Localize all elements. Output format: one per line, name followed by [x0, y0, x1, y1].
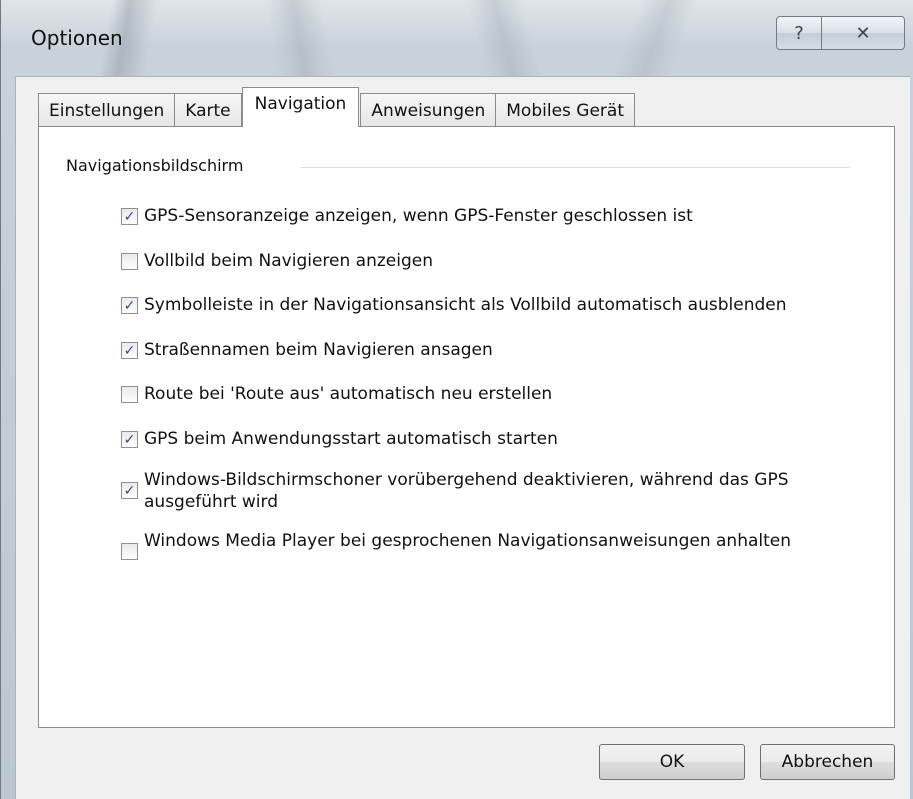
checkmark-icon: ✓	[123, 431, 136, 448]
option-label: Straßennamen beim Navigieren ansagen	[144, 340, 493, 360]
option-gps-sensor[interactable]: ✓ GPS-Sensoranzeige anzeigen, wenn GPS-F…	[121, 205, 693, 227]
option-fullscreen[interactable]: Vollbild beim Navigieren anzeigen	[121, 250, 433, 272]
checkbox[interactable]	[121, 386, 138, 403]
option-label: Windows Media Player bei gesprochenen Na…	[144, 531, 792, 551]
option-label: Route bei 'Route aus' automatisch neu er…	[144, 384, 553, 404]
checkmark-icon: ✓	[123, 482, 136, 499]
ok-button[interactable]: OK	[599, 744, 745, 780]
tab-mobiles-geraet[interactable]: Mobiles Gerät	[495, 93, 635, 127]
checkbox[interactable]	[121, 543, 138, 560]
checkbox[interactable]: ✓	[121, 431, 138, 448]
help-icon: ?	[794, 22, 804, 44]
option-street-names[interactable]: ✓ Straßennamen beim Navigieren ansagen	[121, 339, 493, 361]
group-label: Navigationsbildschirm	[66, 156, 250, 175]
checkmark-icon: ✓	[123, 297, 136, 314]
checkbox[interactable]: ✓	[121, 297, 138, 314]
option-gps-autostart[interactable]: ✓ GPS beim Anwendungsstart automatisch s…	[121, 428, 558, 450]
checkbox[interactable]: ✓	[121, 482, 138, 499]
checkmark-icon: ✓	[123, 342, 136, 359]
option-media-player[interactable]: Windows Media Player bei gesprochenen Na…	[121, 530, 791, 560]
tab-karte[interactable]: Karte	[174, 93, 242, 127]
option-label: GPS beim Anwendungsstart automatisch sta…	[144, 429, 558, 449]
option-label: Vollbild beim Navigieren anzeigen	[144, 251, 433, 271]
checkbox[interactable]	[121, 253, 138, 270]
option-label: Symbolleiste in der Navigationsansicht a…	[144, 295, 787, 315]
help-button[interactable]: ?	[776, 16, 822, 50]
close-button[interactable]: ✕	[821, 16, 905, 50]
checkbox[interactable]: ✓	[121, 208, 138, 225]
option-screensaver[interactable]: ✓ Windows-Bildschirmschoner vorübergehen…	[121, 469, 864, 513]
tab-einstellungen[interactable]: Einstellungen	[38, 93, 176, 127]
option-toolbar-autohide[interactable]: ✓ Symbolleiste in der Navigationsansicht…	[121, 294, 787, 316]
close-icon: ✕	[855, 22, 871, 44]
checkmark-icon: ✓	[123, 208, 136, 225]
option-route-recalc[interactable]: Route bei 'Route aus' automatisch neu er…	[121, 383, 552, 405]
checkbox[interactable]: ✓	[121, 342, 138, 359]
tab-strip: Einstellungen Karte Navigation Anweisung…	[38, 87, 635, 127]
navigation-tab-panel: Navigationsbildschirm ✓ GPS-Sensoranzeig…	[38, 126, 895, 728]
window-title: Optionen	[31, 26, 123, 50]
option-label: GPS-Sensoranzeige anzeigen, wenn GPS-Fen…	[144, 206, 693, 226]
client-area: Einstellungen Karte Navigation Anweisung…	[15, 76, 910, 799]
option-label: Windows-Bildschirmschoner vorübergehend …	[144, 470, 789, 512]
options-dialog: Optionen ? ✕ Einstellungen Karte Navigat…	[0, 0, 913, 799]
tab-anweisungen[interactable]: Anweisungen	[360, 93, 497, 127]
cancel-button[interactable]: Abbrechen	[760, 744, 895, 780]
tab-navigation[interactable]: Navigation	[241, 87, 360, 127]
group-divider	[301, 167, 850, 168]
